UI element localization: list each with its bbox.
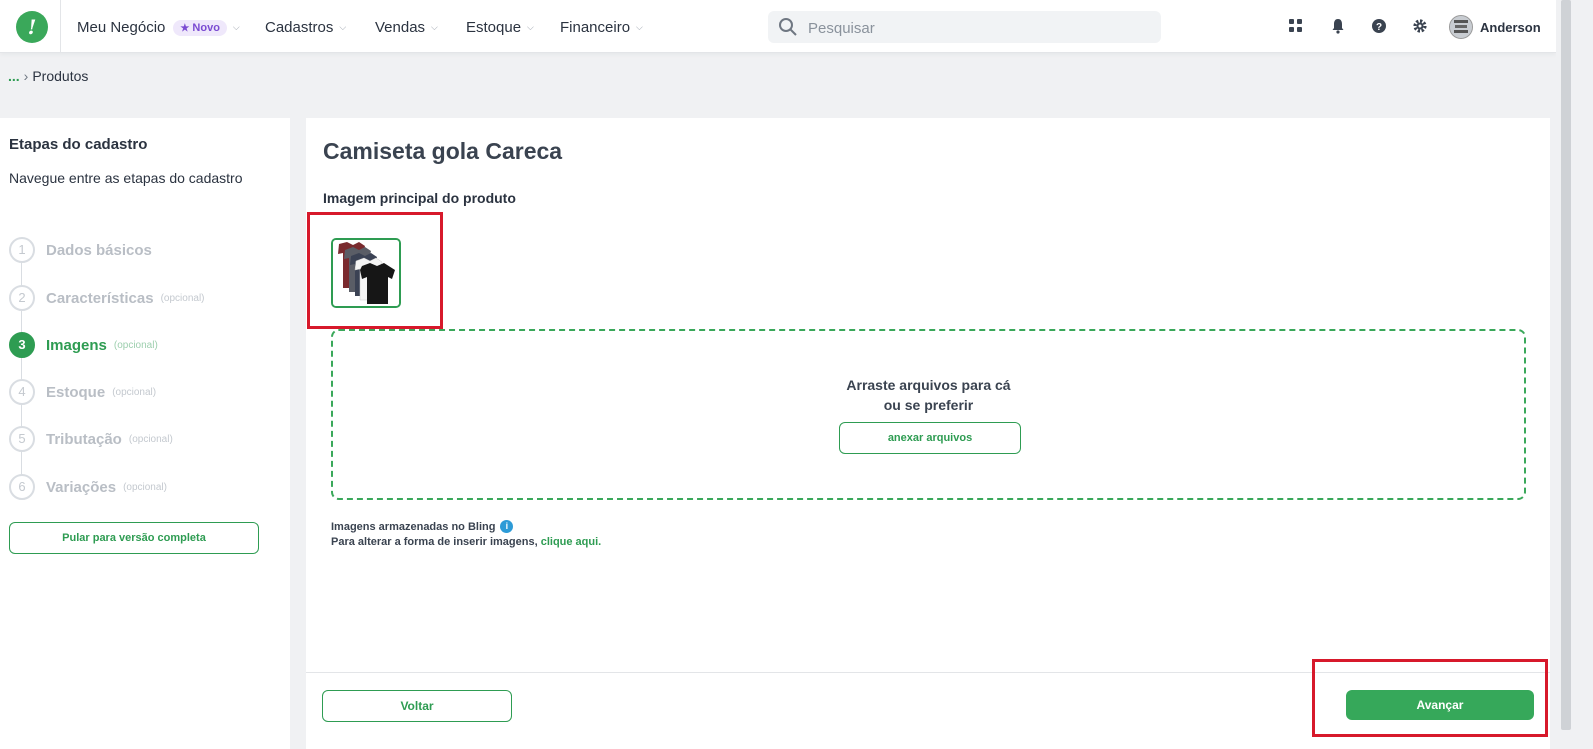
sidebar-title: Etapas do cadastro [9, 136, 148, 153]
product-title: Camiseta gola Careca [323, 138, 563, 164]
bell-icon[interactable] [1330, 18, 1346, 34]
avatar-image [1450, 16, 1472, 38]
svg-text:?: ? [1376, 22, 1382, 33]
step-number: 4 [9, 379, 35, 405]
chevron-down-icon: ⌵ [431, 22, 438, 32]
breadcrumb-current: Produtos [32, 68, 89, 84]
search-bar [768, 11, 1161, 43]
attach-files-button[interactable]: anexar arquivos [839, 422, 1021, 454]
next-button[interactable]: Avançar [1346, 690, 1534, 720]
step-number: 2 [9, 285, 35, 311]
sidebar-subtitle: Navegue entre as etapas do cadastro [9, 170, 243, 186]
breadcrumb-ellipsis[interactable]: ... [8, 68, 20, 84]
step-label: Tributação [46, 430, 122, 448]
product-thumbnail[interactable] [331, 238, 401, 308]
file-dropzone[interactable]: Arraste arquivos para cá ou se preferir … [331, 329, 1526, 500]
steps-connector [21, 248, 22, 488]
click-here-link[interactable]: clique aqui. [541, 536, 602, 548]
step-caracteristicas[interactable]: 2 Características (opcional) [9, 285, 205, 311]
apps-grid-icon[interactable] [1288, 18, 1304, 34]
nav-item-meu-negocio[interactable]: Meu Negócio ★ Novo ⌵ [77, 19, 240, 36]
page-scrollbar[interactable] [1556, 0, 1593, 749]
step-imagens[interactable]: 3 Imagens (opcional) [9, 332, 158, 358]
back-button[interactable]: Voltar [322, 690, 512, 722]
change-note: Para alterar a forma de inserir imagens,… [331, 536, 601, 548]
badge-label: Novo [192, 21, 220, 34]
storage-note-text: Imagens armazenadas no Bling [331, 520, 496, 533]
nav-label: Vendas [375, 19, 426, 36]
steps-sidebar: Etapas do cadastro Navegue entre as etap… [0, 118, 290, 749]
chevron-down-icon: ⌵ [339, 22, 347, 32]
logo-divider [60, 0, 61, 52]
step-label: Imagens [46, 336, 107, 354]
step-optional: (opcional) [128, 433, 173, 445]
chevron-down-icon: ⌵ [527, 22, 534, 32]
dropzone-subtext: ou se preferir [883, 397, 974, 413]
nav-label: Estoque [466, 19, 522, 36]
skip-to-full-version-button[interactable]: Pular para versão completa [9, 522, 259, 554]
new-badge: ★ Novo [173, 19, 227, 36]
chevron-right-icon: › [23, 68, 29, 84]
step-tributacao[interactable]: 5 Tributação (opcional) [9, 426, 173, 452]
step-label: Estoque [46, 383, 106, 401]
help-icon[interactable]: ? [1371, 18, 1387, 34]
top-navbar: ! Meu Negócio ★ Novo ⌵ Cadastros ⌵ Venda… [0, 0, 1556, 53]
step-estoque[interactable]: 4 Estoque (opcional) [9, 379, 156, 405]
main-card: Camiseta gola Careca Imagem principal do… [306, 118, 1550, 749]
nav-item-cadastros[interactable]: Cadastros ⌵ [265, 19, 346, 36]
step-dados-basicos[interactable]: 1 Dados básicos [9, 237, 152, 263]
step-optional: (opcional) [112, 386, 157, 398]
gear-icon[interactable] [1412, 18, 1428, 34]
nav-item-estoque[interactable]: Estoque ⌵ [466, 19, 534, 36]
step-label: Dados básicos [46, 241, 152, 259]
step-number: 6 [9, 474, 35, 500]
step-label: Características [46, 289, 154, 307]
step-label: Variações [46, 478, 117, 496]
tshirt-image [333, 240, 399, 306]
scrollbar-thumb[interactable] [1561, 0, 1571, 730]
step-number: 5 [9, 426, 35, 452]
change-note-text: Para alterar a forma de inserir imagens, [331, 536, 538, 548]
nav-item-vendas[interactable]: Vendas ⌵ [375, 19, 438, 36]
step-number: 1 [9, 237, 35, 263]
user-name[interactable]: Anderson [1480, 20, 1541, 35]
chevron-down-icon: ⌵ [232, 22, 240, 32]
info-icon[interactable]: i [500, 520, 514, 533]
avatar[interactable] [1449, 15, 1473, 39]
step-optional: (opcional) [123, 481, 167, 493]
step-variacoes[interactable]: 6 Variações (opcional) [9, 474, 167, 500]
bling-logo[interactable]: ! [16, 11, 48, 43]
step-number: 3 [9, 332, 35, 358]
search-input[interactable] [806, 17, 1150, 39]
search-icon [779, 18, 797, 36]
nav-label: Cadastros [265, 19, 334, 36]
storage-note: Imagens armazenadas no Bling i [331, 520, 514, 533]
star-icon: ★ [180, 22, 190, 34]
nav-label: Meu Negócio [77, 19, 166, 36]
dropzone-text: Arraste arquivos para cá [846, 377, 1011, 393]
breadcrumb: ... › Produtos [8, 68, 88, 84]
step-optional: (opcional) [160, 292, 205, 304]
main-image-label: Imagem principal do produto [323, 190, 516, 206]
nav-label: Financeiro [560, 19, 631, 36]
nav-item-financeiro[interactable]: Financeiro ⌵ [560, 19, 643, 36]
chevron-down-icon: ⌵ [636, 22, 643, 32]
step-optional: (opcional) [113, 339, 158, 351]
